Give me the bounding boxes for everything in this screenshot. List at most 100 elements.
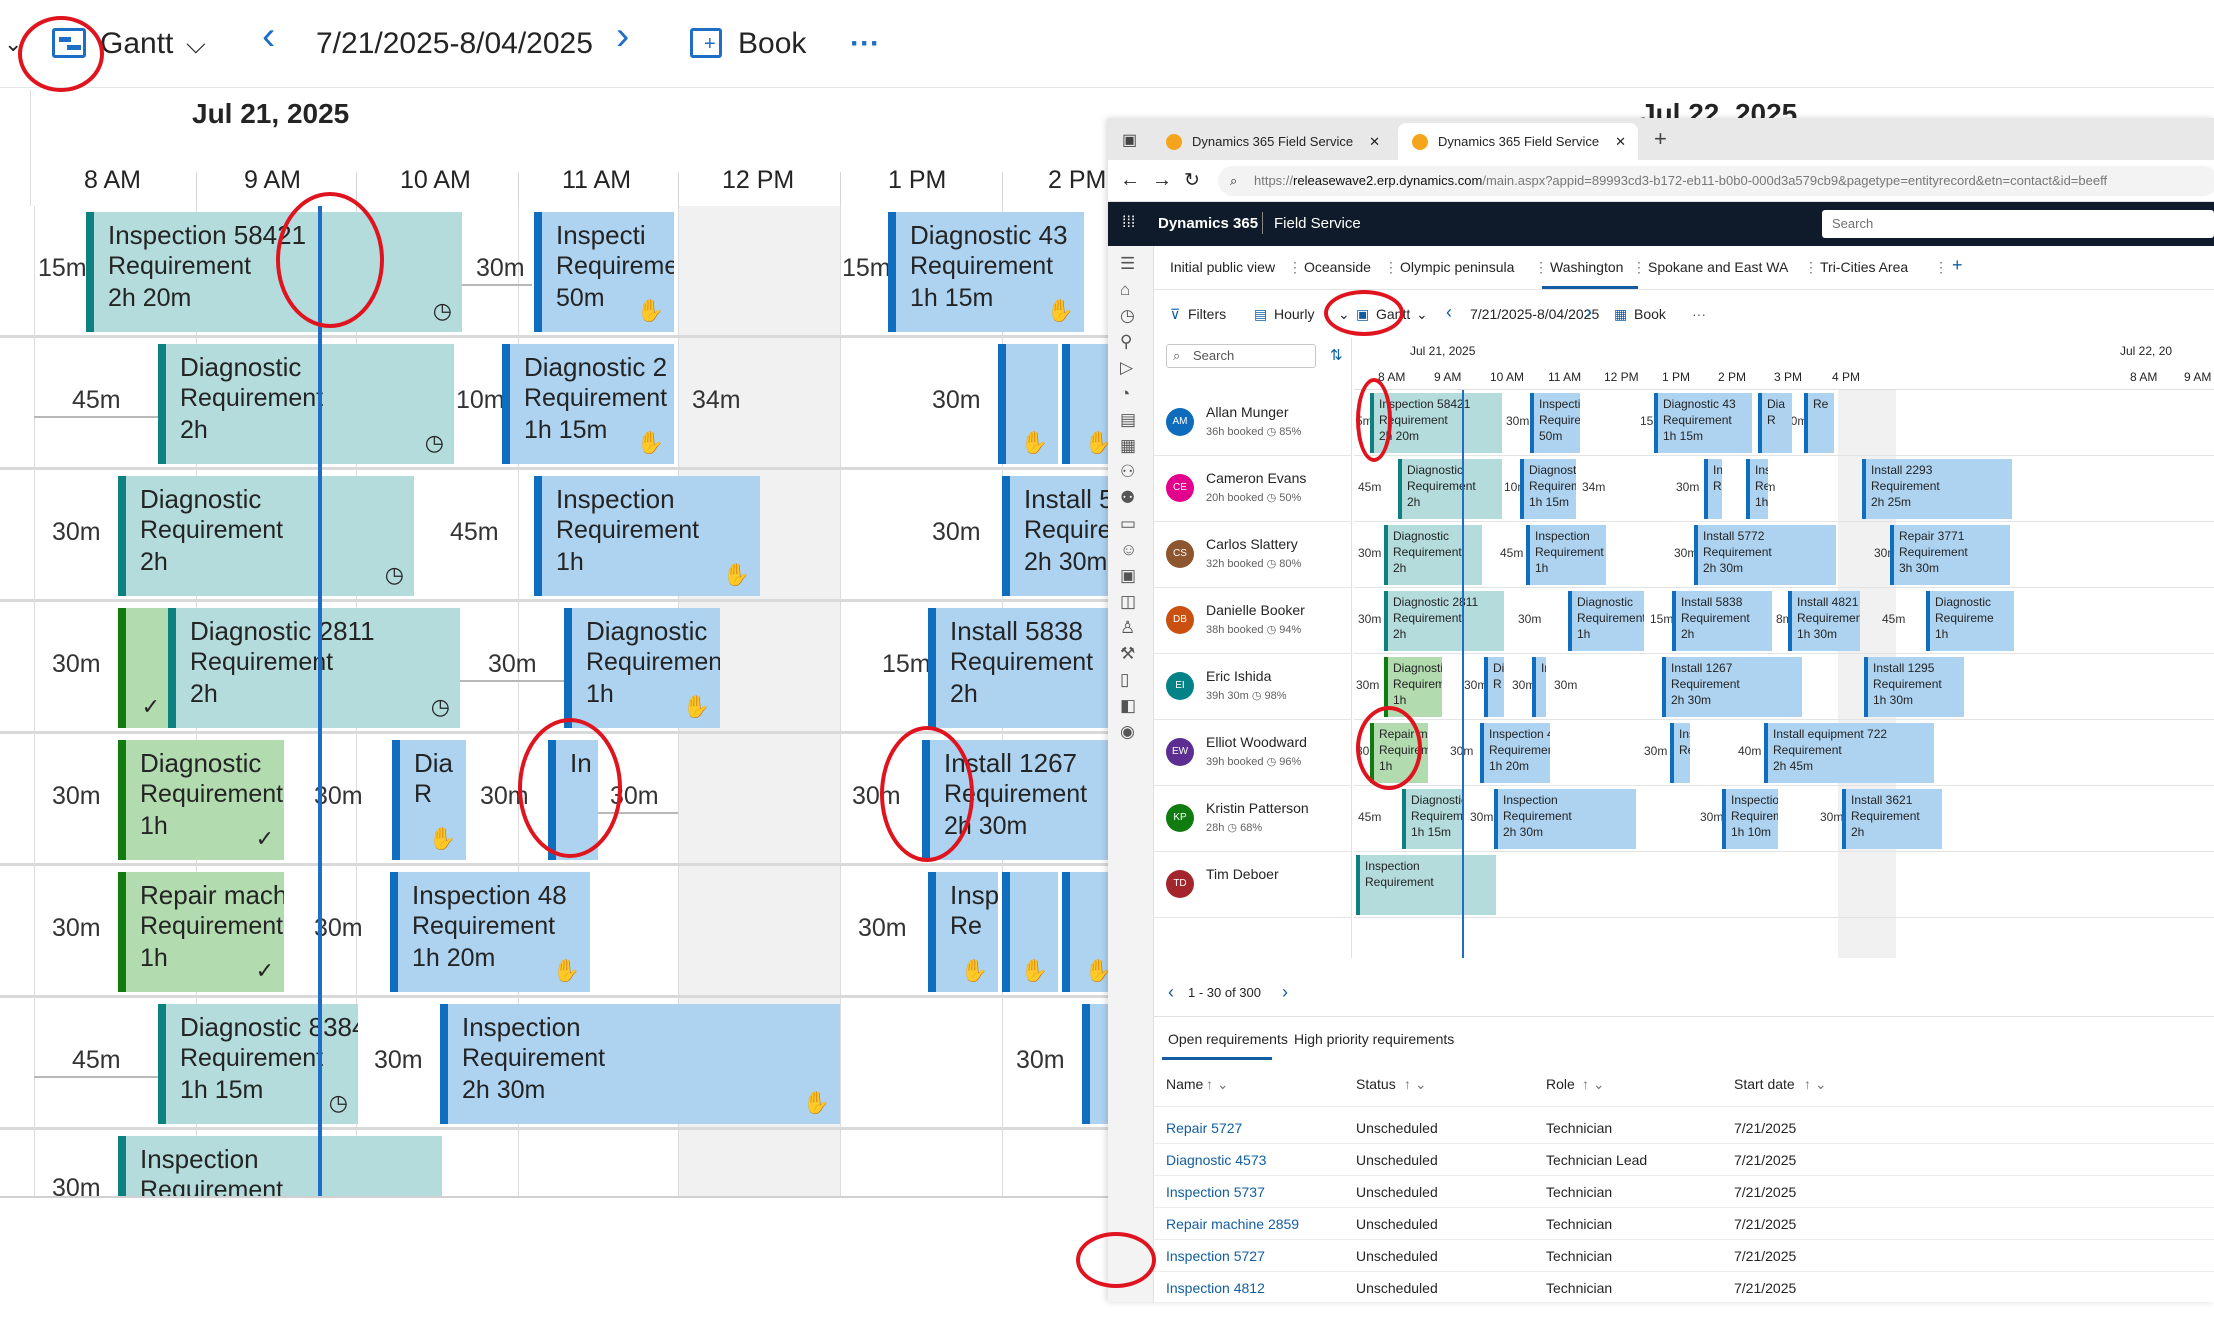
table-row[interactable]: Inspection 5727 Unscheduled Technician 7/21… [1154,1240,2214,1272]
resource-name[interactable]: Tim Deboer [1206,866,1279,882]
resource-row[interactable]: TD Tim Deboer [1154,852,1352,918]
booking-card[interactable]: Dia R [1758,393,1792,453]
booking-card[interactable]: Inspection Requirement [1356,855,1496,915]
booking-card[interactable]: Insp Re ✋ [928,872,998,992]
chevron-down-icon[interactable]: ⌄ [1416,306,1428,323]
requirement-name-link[interactable]: Repair 5727 [1166,1120,1242,1136]
booking-card[interactable]: Inspection 58421 Requirement 2h 20m ◷ [86,212,462,332]
chevron-down-icon[interactable]: ⌵ [186,22,206,66]
filter-icon[interactable]: ⊽ [1170,306,1180,323]
recent-icon[interactable]: ◷ [1120,306,1135,326]
sort-arrows-icon[interactable]: ↑ ⌄ [1582,1076,1605,1093]
hamburger-icon[interactable]: ☰ [1120,254,1135,274]
pin-icon[interactable]: ⚲ [1120,332,1132,352]
calendar-icon[interactable]: ▦ [1120,436,1136,456]
table-row[interactable]: Repair 5727 Unscheduled Technician 7/21/202… [1154,1112,2214,1144]
resource-row[interactable]: EW Elliot Woodward 39h booked ◷ 96% [1154,720,1352,786]
resource-row[interactable]: CE Cameron Evans 20h booked ◷ 50% [1154,456,1352,522]
booking-card[interactable]: Inspection Requirement 1h [1526,525,1606,585]
tab-open-requirements[interactable]: Open requirements [1168,1031,1288,1047]
booking-card[interactable]: Inspection Requirement 1h 10m [1722,789,1778,849]
resource-name[interactable]: Cameron Evans [1206,470,1306,486]
resource-name[interactable]: Elliot Woodward [1206,734,1307,750]
close-tab-icon[interactable]: ✕ [1369,123,1380,160]
booking-card[interactable]: Inspection Requirement 2h 30m ✋ [440,1004,840,1124]
contacts-icon[interactable]: ⚉ [1120,488,1135,508]
view-tab-menu-icon[interactable]: ⋮ [1632,259,1646,276]
table-row[interactable]: Inspection 4812 Unscheduled Technician 7/21… [1154,1272,2214,1302]
booking-card[interactable]: ✋ [1002,872,1058,992]
resource-name[interactable]: Allan Munger [1206,404,1289,420]
booking-card[interactable]: Repair 3771 Requirement 3h 30m [1890,525,2010,585]
booking-card[interactable]: Install 2293 Requirement 2h 25m [1862,459,2012,519]
refresh-icon[interactable]: ↻ [1184,169,1200,192]
requirement-name-link[interactable]: Inspection 5727 [1166,1248,1265,1264]
booking-card[interactable]: Diagnostic Requireme 1h [1926,591,2014,651]
booking-card[interactable]: Diagnostic Requirement 2h ◷ [158,344,454,464]
booking-card[interactable]: Repair machir Requirement 1h ✓ [118,872,284,992]
booking-card[interactable]: Inspection Requirement [118,1136,442,1196]
calculator-icon[interactable]: ▣ [1120,566,1136,586]
card-icon[interactable]: ▭ [1120,514,1136,534]
booking-card[interactable]: Inspecti Requiremer 50m ✋ [534,212,674,332]
requirement-name-link[interactable]: Repair machine 2859 [1166,1216,1299,1232]
book-icon[interactable]: ▦ [1614,306,1627,323]
resource-row[interactable]: CS Carlos Slattery 32h booked ◷ 80% [1154,522,1352,588]
sort-arrows-icon[interactable]: ↑ ⌄ [1206,1076,1229,1093]
previous-range-button[interactable]: ‹ [262,14,275,58]
sort-arrows-icon[interactable]: ↑ ⌄ [1804,1076,1827,1093]
view-tab[interactable]: Spokane and East WA [1648,259,1788,275]
document-icon[interactable]: ▤ [1120,410,1136,430]
resource-name[interactable]: Carlos Slattery [1206,536,1298,552]
sidebar-toggle-icon[interactable]: ▣ [1122,130,1137,150]
dashboard-icon[interactable]: ◔ [1120,384,1130,404]
booking-card[interactable]: Install 1267 Requirement 2h 30m [1662,657,1802,717]
column-header-role[interactable]: Role [1546,1076,1575,1092]
booking-card[interactable]: Diagnostic Requirement 1h ✓ [118,740,284,860]
person-icon[interactable]: ♙ [1120,618,1135,638]
date-range-label[interactable]: 7/21/2025-8/04/2025 [1470,306,1599,322]
booking-card[interactable]: Diagnostic Requirement 1h ✋ [564,608,720,728]
booking-card[interactable]: ✋ [998,344,1058,464]
resource-row[interactable]: DB Danielle Booker 38h booked ◷ 94% [1154,588,1352,654]
resource-name[interactable]: Eric Ishida [1206,668,1271,684]
requirement-name-link[interactable]: Inspection 4812 [1166,1280,1265,1296]
booking-card[interactable]: Inspection 48 Requirement 1h 20m [1480,723,1550,783]
view-tab[interactable]: Oceanside [1304,259,1371,275]
browser-tab[interactable]: Dynamics 365 Field Service ✕ [1152,123,1392,160]
booking-card[interactable]: Inspection Requirement 2h 30m [1494,789,1636,849]
booking-card[interactable]: Install 5838 Requirement 2h [1672,591,1772,651]
booking-card[interactable]: ✋ [1062,872,1110,992]
add-view-icon[interactable]: + [1952,255,1963,276]
view-tab-menu-icon[interactable]: ⋮ [1288,259,1302,276]
book-button[interactable]: Book [1634,306,1666,322]
more-options-button[interactable]: ··· [1692,306,1706,322]
view-tab[interactable]: Initial public view [1170,259,1275,275]
next-page-button[interactable]: › [1282,982,1288,1003]
view-tab-menu-icon[interactable]: ⋮ [1384,259,1398,276]
booking-card[interactable]: Diagnostic Requirement 2h ◷ [118,476,414,596]
booking-card[interactable]: Diagnostic 43 Requirement 1h 15m [1654,393,1752,453]
column-header-status[interactable]: Status [1356,1076,1396,1092]
date-range-label[interactable]: 7/21/2025-8/04/2025 [316,22,593,66]
resource-row[interactable]: KP Kristin Patterson 28h ◷ 68% [1154,786,1352,852]
booking-card[interactable]: Install equipment 722 Requirement 2h 45m [1764,723,1934,783]
brand-name[interactable]: Dynamics 365 [1158,215,1258,232]
booking-card[interactable]: Install 5838 Requirement 2h [928,608,1110,728]
booking-card[interactable]: Insp Requi 1h [1746,459,1768,519]
booking-card[interactable]: Diagnostic Requirement 1h [1568,591,1644,651]
book-button[interactable]: Book [738,22,806,66]
booking-card[interactable]: Diagnostic 2 Requirement 1h 15m ✋ [502,344,674,464]
play-icon[interactable]: ▷ [1120,358,1133,378]
resource-row[interactable]: AM Allan Munger 36h booked ◷ 85% [1154,390,1352,456]
booking-card[interactable]: Install 5 Requiren 2h 30m [1002,476,1110,596]
previous-range-button[interactable]: ‹ [1446,302,1452,323]
resource-name[interactable]: Kristin Patterson [1206,800,1309,816]
hourly-button[interactable]: Hourly [1274,306,1314,322]
booking-card[interactable]: Inspecti Requiremer 50m [1530,393,1580,453]
booking-card[interactable]: Diagnostic Requirement 2h [1384,525,1482,585]
previous-page-button[interactable]: ‹ [1168,982,1174,1003]
sort-icon[interactable]: ⇅ [1330,346,1343,364]
forward-icon[interactable]: → [1152,169,1172,192]
view-selector-label[interactable]: Gantt [100,22,173,66]
